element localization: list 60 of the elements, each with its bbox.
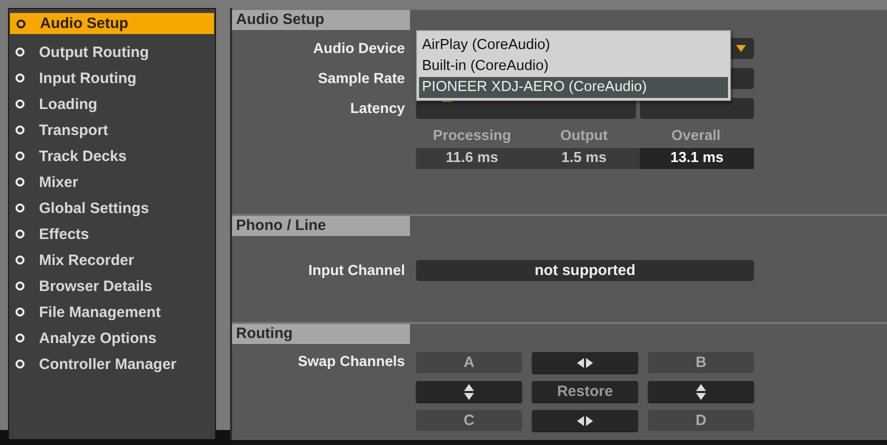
- radio-icon: [15, 47, 25, 57]
- channel-button[interactable]: D: [648, 410, 754, 431]
- radio-icon: [15, 73, 25, 83]
- swap-button[interactable]: [532, 410, 638, 431]
- radio-icon: [15, 125, 25, 135]
- menu-item[interactable]: AirPlay (CoreAudio): [419, 35, 728, 56]
- sidebar-item[interactable]: Global Settings: [9, 195, 215, 221]
- section-header: Audio Setup: [232, 10, 410, 30]
- menu-item[interactable]: Built-in (CoreAudio): [419, 56, 728, 77]
- left-right-arrows-icon: [577, 358, 593, 368]
- section-header: Phono / Line: [232, 216, 410, 236]
- sidebar-item[interactable]: Output Routing: [9, 39, 215, 65]
- sidebar-item[interactable]: Input Routing: [9, 65, 215, 91]
- channel-button[interactable]: B: [648, 352, 754, 373]
- field-label: Sample Rate: [316, 70, 405, 86]
- column-heading: Output: [559, 128, 609, 144]
- latency-value: 13.1 ms: [640, 148, 754, 169]
- sidebar-item[interactable]: Loading: [9, 91, 215, 117]
- swap-button[interactable]: [532, 352, 638, 373]
- sidebar-item[interactable]: File Management: [9, 299, 215, 325]
- restore-button[interactable]: Restore: [532, 381, 638, 402]
- channel-button[interactable]: C: [416, 410, 522, 431]
- up-down-arrows-icon: [464, 384, 474, 400]
- swap-button[interactable]: [648, 381, 754, 402]
- radio-icon: [15, 307, 25, 317]
- field-label: Input Channel: [307, 262, 405, 279]
- latency-value: 1.5 ms: [528, 148, 640, 169]
- radio-icon: [15, 203, 25, 213]
- sidebar-item[interactable]: Mix Recorder: [9, 247, 215, 273]
- menu-item[interactable]: PIONEER XDJ-AERO (CoreAudio): [419, 77, 728, 98]
- sidebar-item[interactable]: Transport: [9, 117, 215, 143]
- sidebar-item[interactable]: Effects: [9, 221, 215, 247]
- radio-icon: [15, 99, 25, 109]
- sidebar-item[interactable]: Browser Details: [9, 273, 215, 299]
- swap-button[interactable]: [416, 381, 522, 402]
- radio-icon: [15, 177, 25, 187]
- up-down-arrows-icon: [696, 384, 706, 400]
- radio-icon: [15, 255, 25, 265]
- field-label: Audio Device: [312, 40, 405, 56]
- field-label: Latency: [349, 100, 405, 116]
- radio-icon: [15, 281, 25, 291]
- sidebar-item[interactable]: Audio Setup: [10, 13, 214, 34]
- field-label: Swap Channels: [296, 353, 405, 370]
- column-heading: Processing: [432, 128, 512, 144]
- radio-icon: [15, 151, 25, 161]
- section-header: Routing: [232, 324, 410, 344]
- radio-icon: [15, 333, 25, 343]
- sidebar-item[interactable]: Controller Manager: [9, 351, 215, 377]
- dropdown-arrow-icon: [736, 45, 746, 52]
- sidebar-item[interactable]: Analyze Options: [9, 325, 215, 351]
- radio-icon: [16, 18, 26, 28]
- sidebar-item[interactable]: Track Decks: [9, 143, 215, 169]
- radio-icon: [15, 359, 25, 369]
- left-right-arrows-icon: [577, 416, 593, 426]
- input-channel-field: not supported: [416, 260, 754, 282]
- radio-icon: [15, 229, 25, 239]
- latency-value: 11.6 ms: [416, 148, 528, 169]
- channel-button[interactable]: A: [416, 352, 522, 373]
- column-heading: Overall: [670, 128, 722, 144]
- sidebar-item[interactable]: Mixer: [9, 169, 215, 195]
